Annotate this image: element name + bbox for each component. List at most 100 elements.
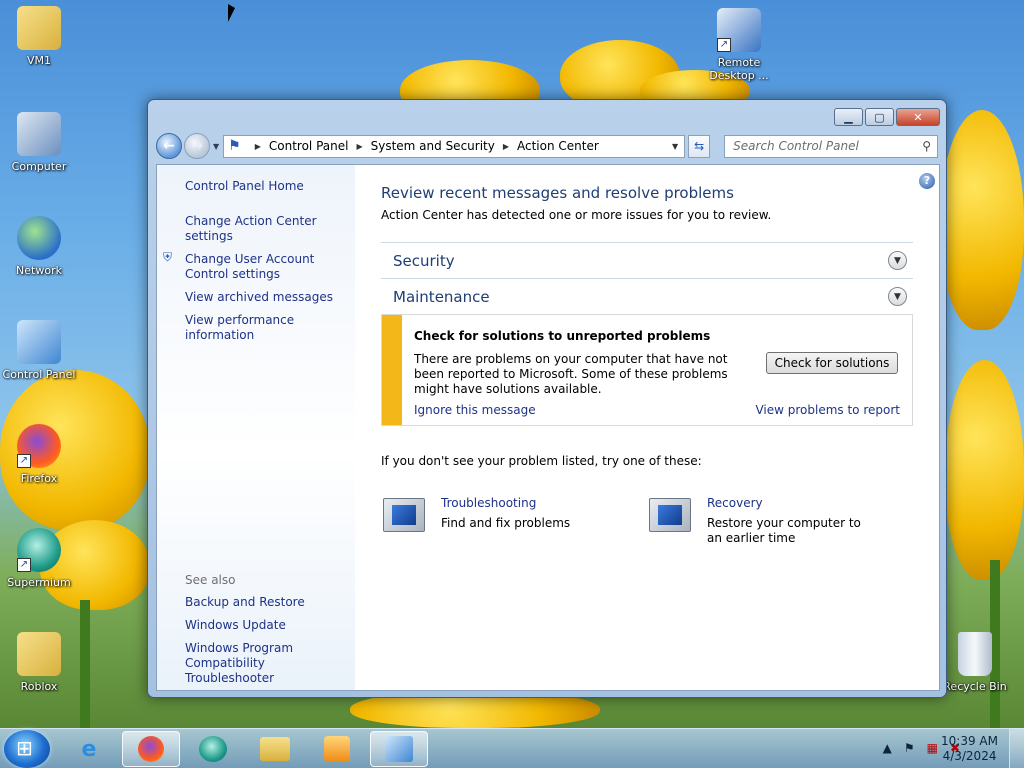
- view-performance-information-link[interactable]: View performance information: [185, 313, 355, 343]
- chevron-down-icon[interactable]: ▼: [888, 251, 907, 270]
- search-icon[interactable]: ⚲: [922, 139, 931, 153]
- view-archived-messages-link[interactable]: View archived messages: [185, 290, 355, 305]
- taskbar-firefox[interactable]: [122, 731, 180, 767]
- remote-desktop-icon: ↗: [717, 8, 761, 52]
- view-problems-link[interactable]: View problems to report: [755, 403, 900, 417]
- breadcrumb-control-panel[interactable]: Control Panel: [269, 139, 349, 153]
- page-title: Review recent messages and resolve probl…: [381, 184, 734, 202]
- troubleshooting-icon: [381, 496, 427, 536]
- window-controls: ▁ ▢ ✕: [834, 108, 940, 126]
- message-title: Check for solutions to unreported proble…: [414, 329, 711, 343]
- uac-shield-icon: ⛨: [163, 250, 173, 264]
- close-button[interactable]: ✕: [896, 108, 940, 126]
- forward-button[interactable]: →: [184, 133, 210, 159]
- check-for-solutions-button[interactable]: Check for solutions: [766, 352, 898, 374]
- page-subtitle: Action Center has detected one or more i…: [381, 208, 772, 222]
- clock-date: 4/3/2024: [942, 749, 997, 763]
- change-action-center-settings-link[interactable]: Change Action Center settings: [185, 214, 355, 244]
- media-player-icon: [324, 736, 350, 762]
- content-area: Control Panel Home Change Action Center …: [156, 164, 940, 691]
- troubleshooting-description: Find and fix problems: [441, 516, 571, 530]
- taskbar-media-player[interactable]: [308, 731, 366, 767]
- desktop-icon-control-panel[interactable]: Control Panel: [0, 320, 78, 381]
- message-body: Check for solutions to unreported proble…: [402, 315, 912, 425]
- supermium-icon: ↗: [17, 528, 61, 572]
- control-panel-home-link[interactable]: Control Panel Home: [185, 179, 355, 194]
- maintenance-section-header[interactable]: Maintenance ▼: [381, 278, 913, 314]
- desktop-icon-firefox[interactable]: ↗ Firefox: [0, 424, 78, 485]
- maintenance-section-label: Maintenance: [393, 287, 490, 306]
- address-bar[interactable]: ⚑ ▶ Control Panel ▶ System and Security …: [223, 134, 686, 158]
- desktop-icon-network[interactable]: Network: [0, 216, 78, 277]
- desktop-icon-roblox[interactable]: Roblox: [0, 632, 78, 693]
- firefox-icon: ↗: [17, 424, 61, 468]
- show-desktop-button[interactable]: [1009, 729, 1024, 768]
- control-panel-icon: [17, 320, 61, 364]
- chevron-right-icon[interactable]: ▶: [255, 142, 261, 151]
- shortcut-arrow-icon: ↗: [17, 558, 31, 572]
- chevron-down-icon[interactable]: ▼: [888, 287, 907, 306]
- supermium-icon: [199, 736, 227, 762]
- taskbar-file-explorer[interactable]: [246, 731, 304, 767]
- recycle-bin-icon: [958, 632, 992, 676]
- shortcut-arrow-icon: ↗: [17, 454, 31, 468]
- start-button[interactable]: [4, 730, 50, 768]
- folder-icon: [17, 632, 61, 676]
- recovery-link[interactable]: Recovery: [707, 496, 877, 510]
- desktop-icon-supermium[interactable]: ↗ Supermium: [0, 528, 78, 589]
- maintenance-message: Check for solutions to unreported proble…: [381, 314, 913, 426]
- chevron-right-icon[interactable]: ▶: [503, 142, 509, 151]
- main-pane: ? Review recent messages and resolve pro…: [355, 165, 939, 690]
- tools-row: Troubleshooting Find and fix problems Re…: [381, 496, 939, 546]
- troubleshooting-tool[interactable]: Troubleshooting Find and fix problems: [381, 496, 647, 546]
- address-dropdown-icon[interactable]: ▼: [672, 142, 678, 151]
- folder-icon: [260, 737, 290, 761]
- search-placeholder: Search Control Panel: [733, 139, 859, 153]
- see-also-header: See also: [185, 573, 236, 587]
- shortcut-arrow-icon: ↗: [717, 38, 731, 52]
- recovery-description: Restore your computer to an earlier time: [707, 516, 861, 545]
- folder-icon: [17, 6, 61, 50]
- taskbar-internet-explorer[interactable]: e: [60, 731, 118, 767]
- troubleshooting-link[interactable]: Troubleshooting: [441, 496, 570, 510]
- network-globe-icon: [17, 216, 61, 260]
- maximize-button[interactable]: ▢: [865, 108, 894, 126]
- warning-color-bar: [382, 315, 402, 425]
- recovery-tool[interactable]: Recovery Restore your computer to an ear…: [647, 496, 913, 546]
- chevron-right-icon[interactable]: ▶: [356, 142, 362, 151]
- desktop-icon-recycle-bin[interactable]: Recycle Bin: [936, 632, 1014, 693]
- computer-icon: [17, 112, 61, 156]
- action-center-window: ▁ ▢ ✕ ← → ▼ ⚑ ▶ Control Panel ▶ System a…: [147, 99, 947, 698]
- taskbar-control-panel[interactable]: [370, 731, 428, 767]
- show-hidden-icons-icon[interactable]: ▲: [883, 741, 892, 755]
- mouse-cursor-icon: [228, 4, 235, 22]
- search-input[interactable]: Search Control Panel ⚲: [724, 134, 938, 158]
- navigation-bar: ← → ▼ ⚑ ▶ Control Panel ▶ System and Sec…: [156, 132, 938, 160]
- action-center-flag-icon[interactable]: ⚑: [904, 741, 915, 755]
- taskbar-supermium[interactable]: [184, 731, 242, 767]
- desktop-icon-computer[interactable]: Computer: [0, 112, 78, 173]
- network-icon[interactable]: ▦: [927, 741, 938, 755]
- desktop-icon-vm1[interactable]: VM1: [0, 6, 78, 67]
- help-icon[interactable]: ?: [919, 173, 935, 189]
- backup-and-restore-link[interactable]: Backup and Restore: [185, 595, 345, 610]
- desktop-icon-remote-desktop[interactable]: ↗ Remote Desktop ...: [700, 8, 778, 82]
- change-uac-settings-link[interactable]: Change User Account Control settings: [185, 252, 355, 282]
- program-compatibility-link[interactable]: Windows Program Compatibility Troublesho…: [185, 641, 345, 686]
- action-center-flag-icon: ⚑: [228, 138, 241, 154]
- firefox-icon: [138, 736, 164, 762]
- try-these-text: If you don't see your problem listed, tr…: [381, 454, 702, 468]
- windows-update-link[interactable]: Windows Update: [185, 618, 345, 633]
- breadcrumb-action-center[interactable]: Action Center: [517, 139, 599, 153]
- minimize-button[interactable]: ▁: [834, 108, 863, 126]
- ignore-message-link[interactable]: Ignore this message: [414, 403, 536, 417]
- back-button[interactable]: ←: [156, 133, 182, 159]
- refresh-button[interactable]: ⇆: [688, 134, 711, 158]
- breadcrumb-system-and-security[interactable]: System and Security: [371, 139, 495, 153]
- recent-pages-dropdown-icon[interactable]: ▼: [213, 142, 219, 151]
- see-also-section: See also Backup and Restore Windows Upda…: [185, 573, 345, 694]
- security-section-header[interactable]: Security ▼: [381, 242, 913, 278]
- clock-time: 10:39 AM: [941, 734, 998, 748]
- clock[interactable]: 10:39 AM 4/3/2024: [941, 734, 998, 764]
- message-description: There are problems on your computer that…: [414, 352, 728, 396]
